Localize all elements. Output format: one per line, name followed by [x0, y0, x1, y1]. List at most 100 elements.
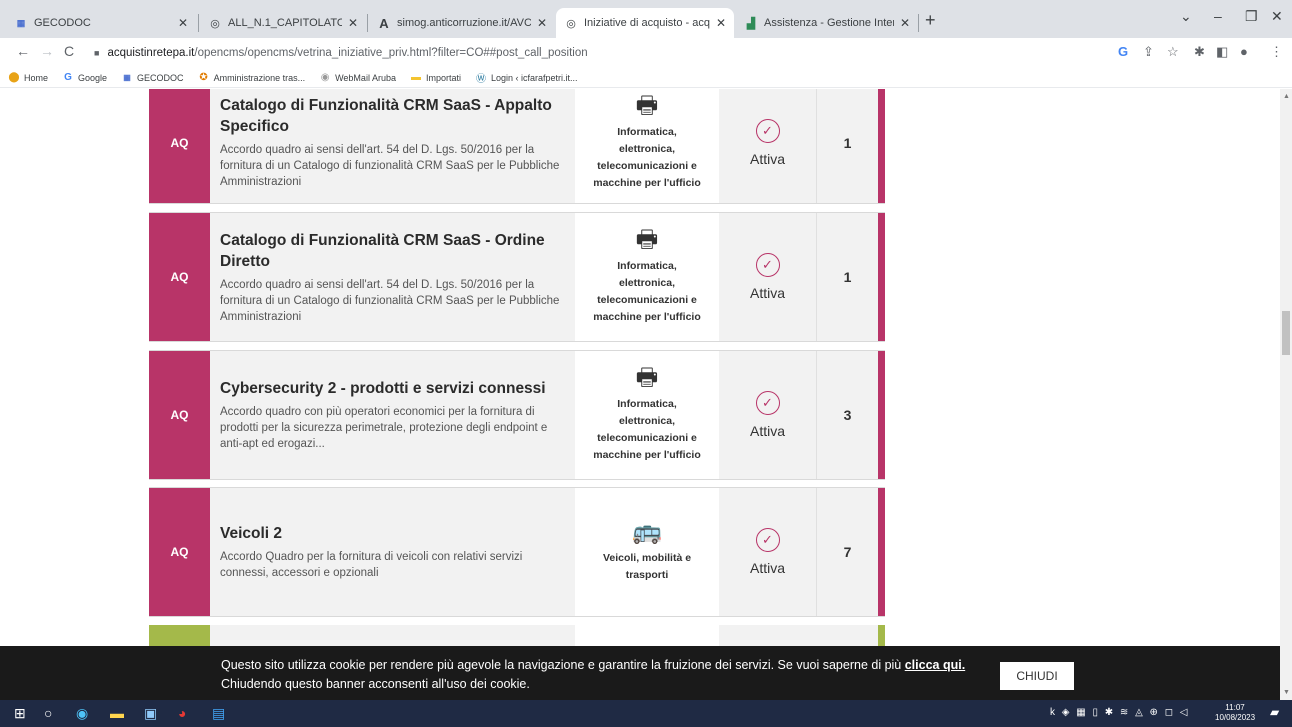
- chart-icon: ▟: [746, 17, 756, 30]
- initiative-card[interactable]: AQ Catalogo di Funzionalità CRM SaaS - A…: [149, 89, 885, 204]
- chrome-icon[interactable]: ◕: [178, 705, 186, 721]
- bookmark-home[interactable]: ⬤ Home: [8, 72, 48, 84]
- bookmark-google[interactable]: G Google: [62, 72, 107, 84]
- address-bar[interactable]: ■ acquistinretepa.it/opencms/opencms/vet…: [94, 42, 1104, 64]
- google-lens-icon[interactable]: G: [1118, 44, 1128, 59]
- gecodoc-icon: ▦: [123, 73, 131, 82]
- menu-icon[interactable]: ⋮: [1270, 44, 1283, 60]
- category-label: Veicoli, mobilità e trasporti: [602, 552, 692, 581]
- tab-title: Assistenza - Gestione Interventi Phi: [764, 17, 894, 29]
- initiative-category: 🖶 Informatica, elettronica, telecomunica…: [575, 89, 719, 203]
- tab-assistenza[interactable]: ▟ Assistenza - Gestione Interventi Phi ✕: [736, 8, 918, 38]
- minimize-button[interactable]: –: [1214, 8, 1222, 24]
- initiative-main: Catalogo di Funzionalità CRM SaaS - Appa…: [210, 89, 574, 203]
- initiative-title[interactable]: Catalogo di Funzionalità CRM SaaS - Appa…: [220, 95, 564, 137]
- new-tab-button[interactable]: +: [925, 10, 936, 31]
- tab-simog[interactable]: A simog.anticorruzione.it/AVCP-Simo ✕: [369, 8, 555, 38]
- initiative-card[interactable]: AQ Cybersecurity 2 - prodotti e servizi …: [149, 350, 885, 480]
- close-tab-icon[interactable]: ✕: [900, 16, 910, 30]
- initiative-card[interactable]: AQ Catalogo di Funzionalità CRM SaaS - O…: [149, 212, 885, 342]
- globe-icon: ◎: [210, 17, 220, 30]
- bookmark-star-icon[interactable]: ☆: [1167, 44, 1179, 60]
- home-icon: ⬤: [8, 72, 20, 83]
- close-tab-icon[interactable]: ✕: [716, 16, 726, 30]
- share-icon[interactable]: ⇪: [1143, 44, 1154, 60]
- bookmark-login[interactable]: Ⓦ Login ‹ icfarafpetri.it...: [475, 72, 578, 86]
- system-tray-icons[interactable]: k ◈ ▦ ▯ ✱ ≋ ◬ ⊕ ◻ ◁: [1050, 707, 1189, 718]
- notification-icon[interactable]: ▰: [1270, 705, 1279, 719]
- initiative-status: ✓ Attiva: [720, 488, 815, 616]
- page-content: AQ Catalogo di Funzionalità CRM SaaS - A…: [0, 89, 1280, 700]
- initiative-category: 🖶 Informatica, elettronica, telecomunica…: [575, 351, 719, 479]
- tab-search-icon[interactable]: ⌄: [1180, 8, 1192, 25]
- tab-title: simog.anticorruzione.it/AVCP-Simo: [397, 17, 531, 29]
- browser-toolbar: ← → C ■ acquistinretepa.it/opencms/openc…: [0, 38, 1292, 68]
- initiative-status: ✓ Attiva: [720, 213, 815, 341]
- accent-bar: [878, 351, 885, 479]
- bookmark-amministrazione[interactable]: ✪ Amministrazione tras...: [198, 72, 305, 84]
- file-explorer-icon[interactable]: ▬: [110, 705, 124, 721]
- store-icon[interactable]: ▣: [144, 705, 157, 722]
- initiative-type-badge: AQ: [149, 213, 210, 341]
- word-icon[interactable]: ▤: [212, 705, 225, 722]
- forward-icon[interactable]: →: [40, 43, 54, 59]
- tab-gecodoc[interactable]: ▦ GECODOC ✕: [6, 8, 196, 38]
- back-icon[interactable]: ←: [16, 43, 30, 59]
- admin-icon: ✪: [199, 72, 208, 83]
- bookmark-webmail[interactable]: ◉ WebMail Aruba: [319, 72, 396, 84]
- restore-button[interactable]: ❐: [1245, 8, 1258, 25]
- initiative-title[interactable]: Catalogo di Funzionalità CRM SaaS - Ordi…: [220, 230, 564, 272]
- edge-icon[interactable]: ◉: [76, 705, 88, 722]
- bookmark-gecodoc[interactable]: ▦ GECODOC: [121, 72, 183, 84]
- initiative-card[interactable]: AQ Veicoli 2 Accordo Quadro per la forni…: [149, 487, 885, 617]
- printer-icon: 🖶: [635, 91, 659, 119]
- initiative-description: Accordo quadro ai sensi dell'art. 54 del…: [220, 278, 560, 323]
- profile-icon[interactable]: ●: [1240, 44, 1248, 59]
- accent-bar: [878, 213, 885, 341]
- tab-iniziative[interactable]: ◎ Iniziative di acquisto - acquistinrete…: [556, 8, 734, 38]
- google-icon: G: [64, 72, 72, 83]
- initiative-title[interactable]: Veicoli 2: [220, 523, 564, 544]
- status-label: Attiva: [749, 150, 785, 167]
- taskbar-clock[interactable]: 11:07 10/08/2023: [1215, 703, 1255, 723]
- check-circle-icon: ✓: [755, 253, 780, 277]
- tab-capitolato[interactable]: ◎ ALL_N.1_CAPITOLATO TECNICO_IC_/ ✕: [200, 8, 366, 38]
- category-label: Informatica, elettronica, telecomunicazi…: [593, 125, 701, 189]
- bookmark-label: Importati: [425, 72, 461, 83]
- close-tab-icon[interactable]: ✕: [348, 16, 358, 30]
- close-tab-icon[interactable]: ✕: [178, 16, 188, 30]
- initiative-main: Cybersecurity 2 - prodotti e servizi con…: [210, 351, 574, 479]
- cookie-message: Questo sito utilizza cookie per rendere …: [221, 658, 905, 672]
- close-tab-icon[interactable]: ✕: [537, 16, 547, 30]
- initiative-title[interactable]: Cybersecurity 2 - prodotti e servizi con…: [220, 378, 564, 399]
- bookmark-label: Google: [78, 72, 108, 83]
- cookie-text: Questo sito utilizza cookie per rendere …: [221, 656, 991, 694]
- scroll-up-icon[interactable]: ▲: [1283, 93, 1290, 100]
- reload-icon[interactable]: C: [64, 43, 74, 59]
- accent-bar: [878, 89, 885, 203]
- url-host: acquistinretepa.it: [107, 47, 195, 59]
- cookie-close-button[interactable]: CHIUDI: [1000, 662, 1074, 690]
- clock-date: 10/08/2023: [1215, 713, 1256, 722]
- scrollbar-thumb[interactable]: [1282, 311, 1290, 355]
- close-window-button[interactable]: ✕: [1271, 8, 1283, 25]
- gecodoc-icon: ▦: [16, 17, 26, 28]
- cookie-consent-note: Chiudendo questo banner acconsenti all'u…: [221, 677, 530, 691]
- page-scrollbar[interactable]: ▲ ▼: [1280, 89, 1292, 700]
- bookmark-label: WebMail Aruba: [335, 72, 396, 83]
- extensions-icon[interactable]: ✱: [1194, 44, 1205, 60]
- check-circle-icon: ✓: [755, 528, 780, 552]
- status-label: Attiva: [749, 560, 785, 576]
- initiative-main: Veicoli 2 Accordo Quadro per la fornitur…: [210, 488, 574, 616]
- tab-title: Iniziative di acquisto - acquistinrete: [584, 17, 710, 29]
- tab-strip: ▦ GECODOC ✕ ◎ ALL_N.1_CAPITOLATO TECNICO…: [0, 0, 1292, 38]
- initiative-main: Catalogo di Funzionalità CRM SaaS - Ordi…: [210, 213, 574, 341]
- search-icon[interactable]: ○: [44, 705, 52, 721]
- status-label: Attiva: [749, 423, 785, 439]
- bookmark-importati[interactable]: ▬ Importati: [410, 72, 461, 84]
- windows-start-icon[interactable]: ⊞: [14, 705, 26, 722]
- scroll-down-icon[interactable]: ▼: [1283, 689, 1290, 696]
- bookmark-label: Home: [24, 72, 49, 83]
- cookie-info-link[interactable]: clicca qui.: [905, 658, 965, 672]
- sidepanel-icon[interactable]: ◧: [1216, 44, 1228, 60]
